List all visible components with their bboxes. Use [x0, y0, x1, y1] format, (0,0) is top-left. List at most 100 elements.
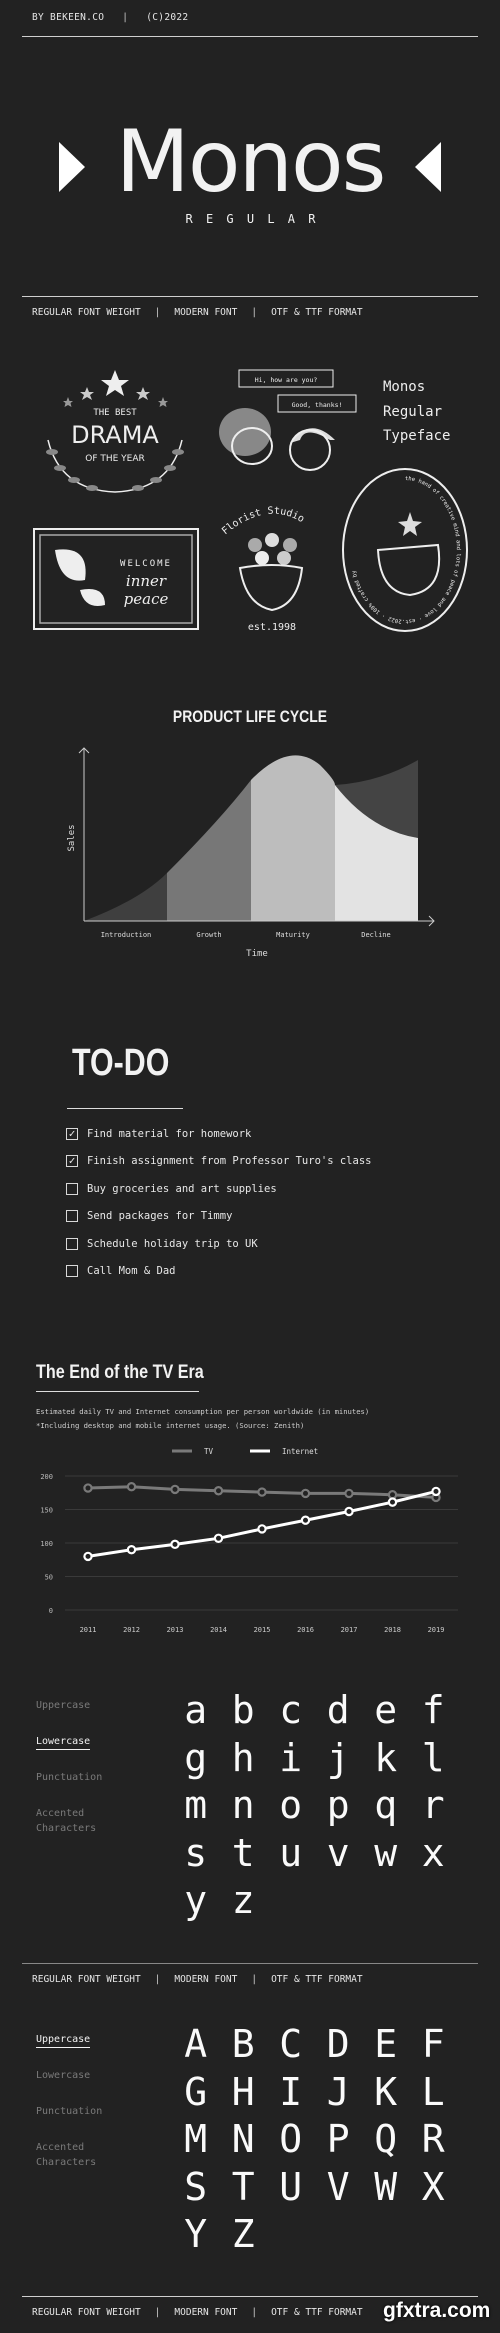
checkbox-checked[interactable]: ✓ — [66, 1128, 78, 1140]
tv-title-wrap: The End of the TV Era — [36, 1362, 233, 1384]
todo-label: Finish assignment from Professor Turo's … — [87, 1155, 372, 1168]
glyph: k — [374, 1735, 398, 1780]
divider — [22, 36, 478, 37]
glyph: o — [279, 1783, 303, 1827]
stage-label: Growth — [196, 931, 221, 939]
info-weight: REGULAR FONT WEIGHT — [32, 307, 141, 318]
todo-item[interactable]: ✓ Finish assignment from Professor Turo's… — [66, 1154, 372, 1168]
glyph-grid: ABCDEF GHIJKL MNOPQR STUVWX YZ — [172, 2022, 457, 2260]
data-point — [213, 1533, 224, 1544]
info-bar: REGULAR FONT WEIGHT | MODERN FONT | OTF … — [32, 1974, 363, 1985]
y-tick-label: 100 — [40, 1540, 53, 1548]
check-icon: ✓ — [68, 1154, 76, 1168]
glyph: R — [421, 2117, 445, 2161]
charset-nav-accented-characters[interactable]: Accented Characters — [36, 1806, 116, 1836]
divider — [22, 1963, 478, 1964]
data-point — [170, 1484, 180, 1495]
stage-label: Introduction — [101, 931, 152, 939]
legend-label: Internet — [282, 1447, 318, 1456]
stage-area-introduction — [84, 755, 167, 921]
glyph: H — [231, 2069, 255, 2114]
glyph: m — [184, 1783, 208, 1827]
glyph: F — [421, 2022, 445, 2066]
x-tick-label: 2016 — [297, 1626, 314, 1634]
todo-item[interactable]: Send packages for Timmy — [66, 1210, 233, 1223]
glyph: u — [279, 1830, 303, 1875]
glyph: M — [184, 2117, 208, 2161]
data-point — [213, 1486, 224, 1496]
star-icon — [398, 512, 422, 536]
data-point — [300, 1515, 311, 1525]
charset-nav-accented-characters[interactable]: Accented Characters — [36, 2140, 116, 2170]
charset-nav-uppercase[interactable]: Uppercase — [36, 2032, 91, 2048]
glyph: f — [421, 1688, 445, 1732]
glyph: X — [421, 2164, 445, 2209]
separator: | — [122, 12, 129, 23]
welcome-frame: WELCOME inner peace — [33, 528, 199, 630]
legend-label: TV — [204, 1447, 214, 1456]
glyph: x — [421, 1830, 445, 1875]
glyph: W — [374, 2164, 398, 2209]
stage-area-maturity — [251, 755, 335, 921]
info-style: MODERN FONT — [174, 1974, 238, 1985]
svg-text:est.1998: est.1998 — [248, 622, 296, 633]
badge-bottom-text: OF THE YEAR — [85, 454, 145, 464]
glyph: E — [374, 2022, 398, 2066]
data-point — [126, 1544, 137, 1555]
x-tick-label: 2011 — [80, 1626, 97, 1634]
glyph: j — [326, 1735, 350, 1780]
glyph-grid: abcdef ghijkl mnopqr stuvwx yz — [172, 1688, 457, 1926]
svg-text:peace: peace — [124, 590, 169, 608]
checkbox-checked[interactable]: ✓ — [66, 1154, 78, 1168]
separator: | — [154, 307, 161, 318]
glyph: n — [231, 1783, 255, 1827]
checkbox-unchecked[interactable] — [66, 1182, 78, 1195]
charset-nav-lowercase[interactable]: Lowercase — [36, 1734, 91, 1750]
todo-item[interactable]: ✓ Find material for homework — [66, 1128, 251, 1140]
charset-nav-uppercase[interactable]: Uppercase — [36, 1698, 90, 1713]
stamp-logo: the hand of creative mind and lots of pe… — [342, 468, 468, 632]
chart-note: *Including desktop and mobile internet u… — [36, 1420, 305, 1430]
leaf-icon — [80, 589, 105, 606]
x-tick-label: 2017 — [341, 1626, 358, 1634]
todo-label: Buy groceries and art supplies — [87, 1182, 277, 1195]
todo-item[interactable]: Buy groceries and art supplies — [66, 1182, 277, 1195]
y-tick-label: 0 — [49, 1607, 53, 1615]
todo-item[interactable]: Call Mom & Dad — [66, 1265, 176, 1277]
charset-nav-lowercase[interactable]: Lowercase — [36, 2068, 90, 2083]
glyph: Z — [231, 2212, 255, 2256]
glyph: c — [279, 1688, 303, 1732]
data-point — [344, 1488, 354, 1499]
x-tick-label: 2013 — [167, 1626, 184, 1634]
drama-badge: THE BEST DRAMA OF THE YEAR — [46, 370, 184, 493]
charset-nav-punctuation[interactable]: Punctuation — [36, 1770, 102, 1785]
checkbox-unchecked[interactable] — [66, 1265, 78, 1277]
checkbox-unchecked[interactable] — [66, 1210, 78, 1223]
y-tick-label: 150 — [40, 1507, 53, 1515]
checkbox-unchecked[interactable] — [66, 1237, 78, 1250]
chat-faces: Hi, how are you? Good, thanks! — [219, 369, 357, 471]
todo-label: Send packages for Timmy — [87, 1210, 233, 1223]
x-tick-label: 2012 — [123, 1626, 140, 1634]
chart-title: The End of the TV Era — [36, 1362, 204, 1383]
data-point — [170, 1539, 180, 1550]
author-label: BY BEKEEN.CO — [32, 12, 105, 23]
glyph: l — [421, 1735, 445, 1780]
glyph: I — [279, 2069, 303, 2114]
glyph: h — [231, 1735, 255, 1780]
watermark: gfxtra.com — [383, 2299, 491, 2322]
glyph: a — [184, 1688, 208, 1732]
charset-nav-punctuation[interactable]: Punctuation — [36, 2104, 102, 2119]
divider — [36, 1391, 199, 1392]
stage-area-growth — [167, 755, 251, 921]
plc-title-wrap: PRODUCT LIFE CYCLE — [0, 707, 500, 727]
star-icon — [80, 387, 94, 400]
hero-title: Monos — [115, 112, 387, 212]
svg-text:the hand of creative mind and: the hand of creative mind and lots of pe… — [351, 476, 461, 624]
glyph: Y — [184, 2212, 208, 2256]
svg-text:inner: inner — [126, 572, 167, 590]
data-point — [387, 1497, 398, 1507]
badge-main-text: DRAMA — [71, 421, 159, 449]
svg-text:Monos: Monos — [383, 379, 425, 395]
todo-item[interactable]: Schedule holiday trip to UK — [66, 1237, 258, 1250]
